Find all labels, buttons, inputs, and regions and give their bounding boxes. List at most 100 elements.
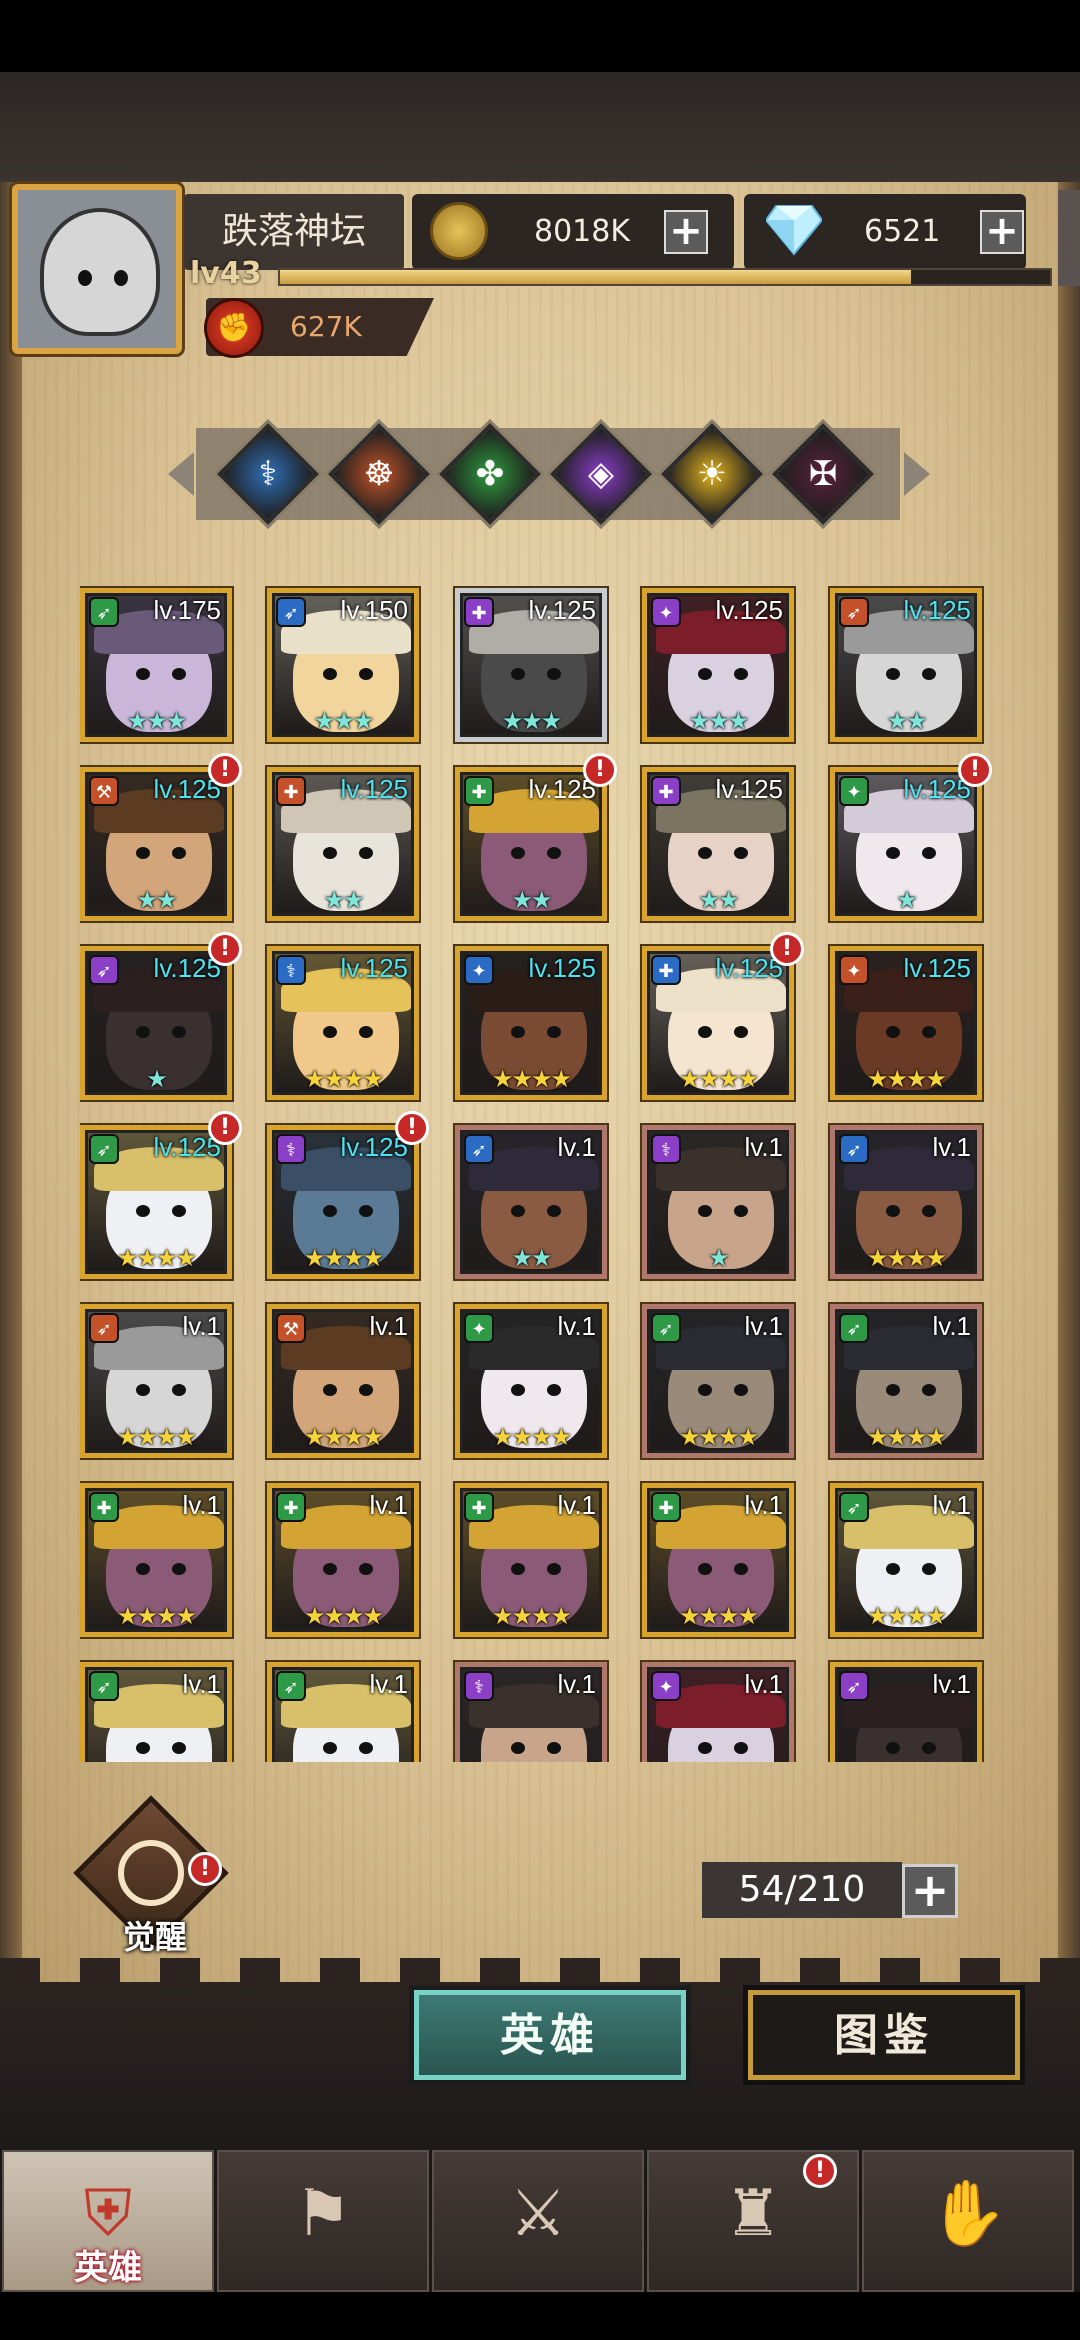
hero-eye-icon [922, 1026, 936, 1038]
hero-card[interactable]: ⚒ lv.125 ★★ [80, 767, 232, 921]
hero-level: lv.1 [557, 1669, 596, 1699]
awaken-alert-badge: ! [188, 1852, 222, 1886]
hero-class-icon: ✚ [464, 597, 494, 627]
tab-codex[interactable]: 图鉴 [748, 1990, 1020, 2080]
hero-level: lv.1 [744, 1669, 783, 1699]
hero-star-rating: ★★★★ [491, 1423, 572, 1451]
hero-card[interactable]: ✦ lv.125 ★★★★ [830, 946, 982, 1100]
hero-alert-badge: ! [770, 932, 804, 966]
hero-class-icon: ➶ [651, 1313, 681, 1343]
hero-card[interactable]: ➶ lv.1 [830, 1662, 982, 1762]
filter-left-arrow-icon[interactable] [168, 452, 194, 496]
hero-eye-icon [323, 1563, 337, 1575]
hero-card[interactable]: ✚ lv.125 ★★ [455, 767, 607, 921]
hero-star-rating: ★★★★ [303, 1244, 384, 1272]
hero-card[interactable]: ➶ lv.1 [80, 1662, 232, 1762]
hero-level: lv.1 [369, 1311, 408, 1341]
hero-card[interactable]: ➶ lv.150 ★★★ [267, 588, 419, 742]
hero-eye-icon [734, 1742, 748, 1754]
hero-eye-icon [922, 668, 936, 680]
hero-card[interactable]: ➶ lv.1 ★★★★ [830, 1304, 982, 1458]
avatar-face-icon [40, 208, 160, 336]
hero-star-rating: ★★ [136, 886, 177, 914]
hero-star-rating: ★★★★ [678, 1423, 759, 1451]
hero-card[interactable]: ➶ lv.175 ★★★ [80, 588, 232, 742]
hero-card[interactable]: ⚒ lv.1 ★★★★ [267, 1304, 419, 1458]
hero-eye-icon [511, 847, 525, 859]
hero-class-icon: ✦ [464, 955, 494, 985]
hero-class-icon: ➶ [839, 597, 869, 627]
hero-eye-icon [698, 668, 712, 680]
hero-star-rating: ★★★★ [678, 1602, 759, 1630]
filter-right-arrow-icon[interactable] [904, 452, 930, 496]
hero-card[interactable]: ✚ lv.125 ★★ [642, 767, 794, 921]
hero-card[interactable]: ✚ lv.1 ★★★★ [80, 1483, 232, 1637]
hero-star-rating: ★★ [511, 1244, 552, 1272]
hero-card[interactable]: ➶ lv.125 ★ [80, 946, 232, 1100]
hero-level: lv.1 [932, 1669, 971, 1699]
hero-card[interactable]: ➶ lv.1 [267, 1662, 419, 1762]
hero-card[interactable]: ⚕ lv.1 [455, 1662, 607, 1762]
gold-counter: 8018K + [412, 194, 734, 270]
side-panel-tab[interactable] [1058, 190, 1080, 286]
hero-eye-icon [922, 1742, 936, 1754]
expand-capacity-button[interactable]: + [902, 1864, 958, 1918]
hero-card[interactable]: ⚕ lv.125 ★★★★ [267, 946, 419, 1100]
hero-card[interactable]: ➶ lv.1 ★★★★ [830, 1483, 982, 1637]
hero-class-icon: ✚ [651, 955, 681, 985]
add-gold-button[interactable]: + [664, 210, 708, 254]
hero-eye-icon [886, 1384, 900, 1396]
hero-eye-icon [511, 1563, 525, 1575]
hero-class-icon: ➶ [89, 1313, 119, 1343]
nav-castle-alert-badge: ! [803, 2154, 837, 2188]
hero-level: lv.1 [182, 1669, 221, 1699]
hero-class-icon: ✦ [464, 1313, 494, 1343]
hero-eye-icon [136, 668, 150, 680]
hero-card[interactable]: ➶ lv.1 ★★★★ [642, 1304, 794, 1458]
fist-icon: ✊ [204, 298, 264, 358]
hero-card[interactable]: ➶ lv.125 ★★ [830, 588, 982, 742]
diamond-counter: 6521 + [744, 194, 1026, 270]
add-diamond-button[interactable]: + [980, 210, 1024, 254]
tab-heroes[interactable]: 英雄 [414, 1990, 686, 2080]
player-avatar[interactable] [12, 184, 182, 354]
hero-card[interactable]: ⚕ lv.1 ★ [642, 1125, 794, 1279]
hero-card[interactable]: ➶ lv.1 ★★ [455, 1125, 607, 1279]
nav-guild[interactable]: ✋ [862, 2150, 1074, 2292]
hero-class-icon: ➶ [89, 1671, 119, 1701]
hero-level: lv.1 [182, 1311, 221, 1341]
hero-grid[interactable]: ➶ lv.175 ★★★ ➶ lv.150 ★★★ ✚ lv.125 ★★★ ✦ lv.125 ★★★… [80, 580, 1000, 1762]
hero-level: lv.125 [715, 595, 783, 625]
hero-card[interactable]: ✦ lv.125 ★★★★ [455, 946, 607, 1100]
hero-card[interactable]: ✦ lv.1 [642, 1662, 794, 1762]
nav-expedition[interactable]: ⚑ [217, 2150, 429, 2292]
hero-card[interactable]: ✚ lv.1 ★★★★ [455, 1483, 607, 1637]
hero-card[interactable]: ✦ lv.1 ★★★★ [455, 1304, 607, 1458]
hero-card[interactable]: ✚ lv.1 ★★★★ [267, 1483, 419, 1637]
nav-label: 英雄 [74, 2248, 142, 2288]
hero-card[interactable]: ✦ lv.125 ★ [830, 767, 982, 921]
hero-class-icon: ➶ [839, 1671, 869, 1701]
expedition-icon: ⚑ [294, 2177, 352, 2251]
nav-heroes[interactable]: ⛨ 英雄 [2, 2150, 214, 2292]
hero-card[interactable]: ✦ lv.125 ★★★ [642, 588, 794, 742]
hero-card[interactable]: ➶ lv.125 ★★★★ [80, 1125, 232, 1279]
hero-card[interactable]: ✚ lv.125 ★★ [267, 767, 419, 921]
hero-card[interactable]: ✚ lv.125 ★★★★ [642, 946, 794, 1100]
hero-level: lv.125 [715, 774, 783, 804]
hero-card[interactable]: ⚕ lv.125 ★★★★ [267, 1125, 419, 1279]
hero-card[interactable]: ➶ lv.1 ★★★★ [80, 1304, 232, 1458]
hero-star-rating: ★★★★ [116, 1244, 197, 1272]
hero-card[interactable]: ✚ lv.1 ★★★★ [642, 1483, 794, 1637]
purple-faction-glyph-icon: ◈ [587, 454, 615, 494]
hero-card[interactable]: ✚ lv.125 ★★★ [455, 588, 607, 742]
nav-battle[interactable]: ⚔ [432, 2150, 644, 2292]
hero-card[interactable]: ➶ lv.1 ★★★★ [830, 1125, 982, 1279]
hero-class-icon: ✚ [276, 1492, 306, 1522]
hero-eye-icon [172, 668, 186, 680]
dark-faction-glyph-icon: ✠ [808, 454, 838, 494]
hero-eye-icon [734, 668, 748, 680]
hero-level: lv.175 [153, 595, 221, 625]
hero-eye-icon [511, 1742, 525, 1754]
hero-level: lv.1 [557, 1490, 596, 1520]
